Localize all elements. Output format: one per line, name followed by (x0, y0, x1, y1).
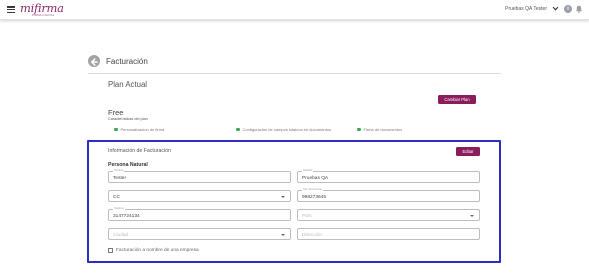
caret-down-icon (470, 215, 474, 217)
document-type-select[interactable]: CC (108, 190, 291, 202)
phone-label: Teléfono (113, 207, 125, 211)
caret-down-icon (281, 234, 285, 236)
first-name-label: Nombre (113, 169, 125, 173)
plan-feature: Firma de documentos (357, 127, 402, 132)
document-number-label: Nro. Documento (302, 188, 323, 192)
phone-field[interactable]: Teléfono 3147724134 (108, 207, 291, 221)
last-name-label: Apellido (302, 169, 314, 173)
last-name-field[interactable]: Apellido Pruebas QA (297, 169, 480, 183)
plan-heading: Plan Actual (108, 80, 148, 89)
caret-down-icon (281, 196, 285, 198)
edit-billing-button[interactable]: Editar (456, 147, 480, 156)
hamburger-menu-icon[interactable] (7, 6, 15, 14)
chevron-down-icon[interactable] (552, 5, 559, 12)
last-name-value: Pruebas QA (302, 175, 329, 181)
page-title: Facturación (106, 57, 148, 66)
info-icon[interactable]: i (564, 5, 572, 13)
plan-feature-label: Configuración de campos básicos en docum… (242, 127, 332, 132)
top-bar: mifirma FIRMA DIGITAL Pruebas QA Tester … (0, 0, 589, 20)
check-dot-icon (236, 127, 240, 132)
phone-value: 3147724134 (113, 213, 140, 219)
check-dot-icon (357, 127, 361, 132)
user-name[interactable]: Pruebas QA Tester (505, 6, 547, 12)
first-name-value: Tester (113, 175, 127, 181)
plan-subtitle: Características del plan (108, 116, 148, 121)
plan-feature-label: Personalización de firma (120, 127, 165, 132)
country-select[interactable]: País (297, 209, 480, 221)
billing-title: Información de Facturación (108, 148, 171, 154)
plan-feature: Personalización de firma (114, 127, 164, 132)
bell-icon[interactable] (575, 5, 583, 13)
title-divider (88, 73, 501, 74)
plan-feature: Configuración de campos básicos en docum… (236, 127, 331, 132)
city-placeholder: Ciudad (113, 232, 129, 238)
country-placeholder: País (302, 213, 312, 219)
logo-tagline: FIRMA DIGITAL (32, 13, 55, 17)
plan-feature-label: Firma de documentos (363, 127, 403, 132)
document-number-value: 998273645 (302, 194, 327, 200)
document-type-value: CC (113, 194, 120, 200)
address-field[interactable]: Dirección (297, 228, 480, 240)
city-select[interactable]: Ciudad (108, 228, 291, 240)
document-number-field[interactable]: Nro. Documento 998273645 (297, 188, 480, 202)
arrow-left-circle-icon[interactable] (88, 55, 100, 67)
company-billing-checkbox[interactable] (108, 248, 113, 253)
address-placeholder: Dirección (302, 232, 322, 238)
first-name-field[interactable]: Nombre Tester (108, 169, 291, 183)
check-dot-icon (114, 127, 118, 132)
persona-type-label: Persona Natural (108, 162, 148, 168)
company-billing-label[interactable]: Facturación a nombre de una empresa (116, 248, 199, 253)
change-plan-button[interactable]: Cambiar Plan (438, 95, 476, 104)
